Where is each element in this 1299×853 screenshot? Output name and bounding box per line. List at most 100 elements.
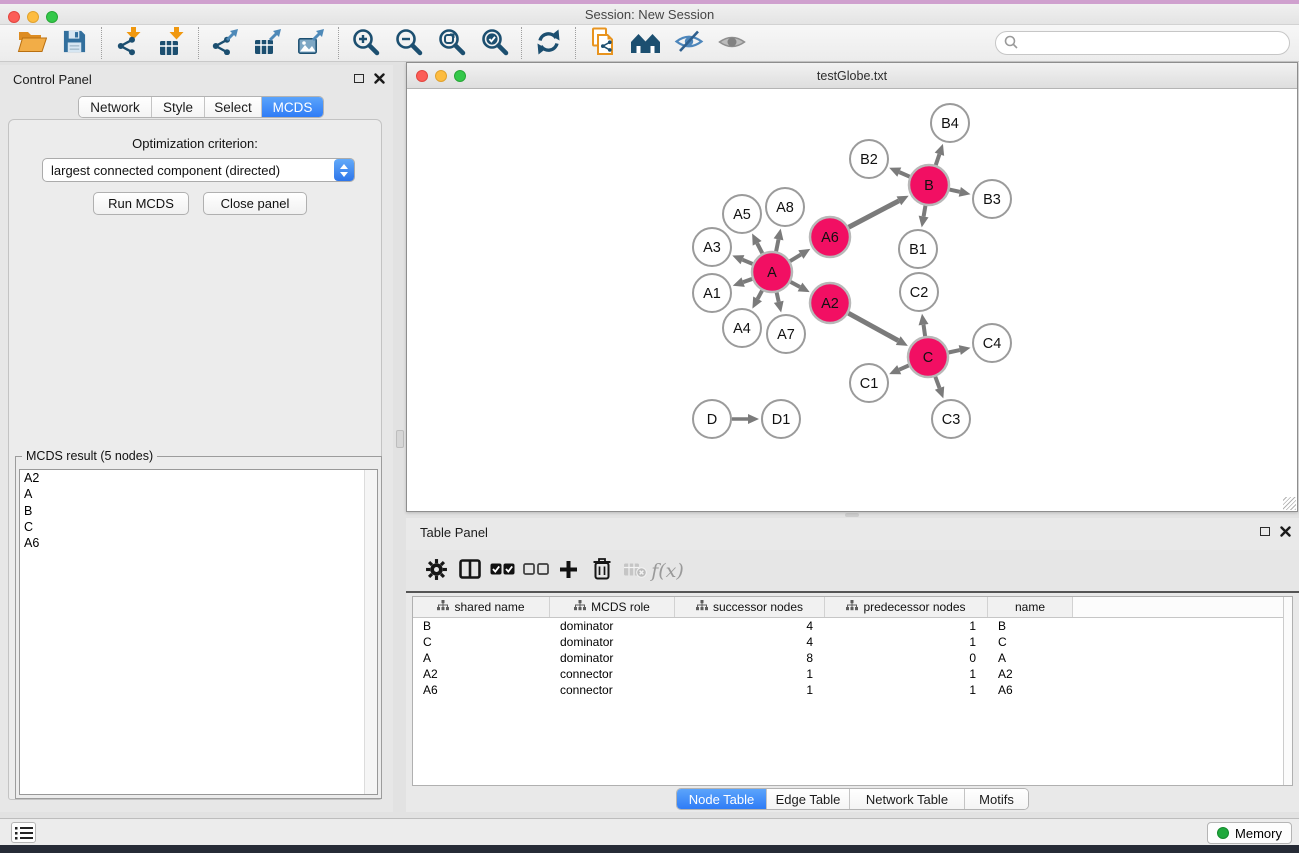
edge-A2-C[interactable] xyxy=(848,313,898,340)
graph-node-C[interactable]: C xyxy=(908,337,948,377)
home-button[interactable] xyxy=(624,26,667,60)
graph-node-A5[interactable]: A5 xyxy=(723,195,761,233)
save-session-button[interactable] xyxy=(53,26,96,60)
show-eye-button[interactable] xyxy=(710,26,753,60)
graph-node-B3[interactable]: B3 xyxy=(973,180,1011,218)
run-mcds-button[interactable]: Run MCDS xyxy=(93,192,189,215)
column-header-MCDS-role[interactable]: MCDS role xyxy=(550,597,675,617)
graph-node-B2[interactable]: B2 xyxy=(850,140,888,178)
vertical-splitter-grip[interactable] xyxy=(396,430,404,448)
graph-node-A2[interactable]: A2 xyxy=(810,283,850,323)
window-resize-grip[interactable] xyxy=(1283,497,1296,510)
table-settings-button[interactable] xyxy=(420,553,453,589)
edge-A-A7[interactable] xyxy=(777,292,779,301)
float-panel-icon[interactable] xyxy=(354,74,364,83)
cell-successor-nodes[interactable]: 1 xyxy=(675,682,825,698)
cell-predecessor-nodes[interactable]: 1 xyxy=(825,682,988,698)
zoom-fit-button[interactable] xyxy=(430,26,473,60)
cell-name[interactable]: B xyxy=(988,618,1073,634)
column-header-predecessor-nodes[interactable]: predecessor nodes xyxy=(825,597,988,617)
cell-name[interactable]: C xyxy=(988,634,1073,650)
mcds-result-item[interactable]: A6 xyxy=(20,535,377,551)
deselect-all-button[interactable] xyxy=(519,553,552,589)
cell-name[interactable]: A xyxy=(988,650,1073,666)
search-field[interactable] xyxy=(995,31,1290,55)
graph-node-A[interactable]: A xyxy=(752,252,792,292)
import-network-button[interactable] xyxy=(107,26,150,60)
refresh-button[interactable] xyxy=(527,26,570,60)
cell-MCDS-role[interactable]: connector xyxy=(550,666,675,682)
table-row[interactable]: Adominator80A xyxy=(413,650,1292,666)
graph-node-A3[interactable]: A3 xyxy=(693,228,731,266)
export-image-button[interactable] xyxy=(290,26,333,60)
tab-motifs[interactable]: Motifs xyxy=(965,789,1028,809)
cell-MCDS-role[interactable]: dominator xyxy=(550,634,675,650)
close-panel-icon[interactable] xyxy=(374,73,385,84)
graph-node-A8[interactable]: A8 xyxy=(766,188,804,226)
mcds-result-list[interactable]: A2ABCA6 xyxy=(19,469,378,795)
network-graph[interactable]: B4B2BB3A5A8A6B1A3AC2A1A2A4A7C4CC1C3DD1 xyxy=(407,89,1296,511)
edge-A-A5[interactable] xyxy=(757,243,762,253)
column-header-name[interactable]: name xyxy=(988,597,1073,617)
tab-network-table[interactable]: Network Table xyxy=(850,789,965,809)
edge-C-C1[interactable] xyxy=(899,365,909,369)
delete-row-button[interactable] xyxy=(585,553,618,589)
graph-node-C2[interactable]: C2 xyxy=(900,273,938,311)
close-table-panel-icon[interactable] xyxy=(1280,526,1291,537)
tab-style[interactable]: Style xyxy=(152,97,205,117)
tab-select[interactable]: Select xyxy=(205,97,262,117)
mcds-result-item[interactable]: C xyxy=(20,519,377,535)
cell-shared-name[interactable]: B xyxy=(413,618,550,634)
result-scrollbar[interactable] xyxy=(364,470,377,794)
duplicate-network-button[interactable] xyxy=(581,26,624,60)
edge-A-A4[interactable] xyxy=(758,291,763,299)
graph-node-A7[interactable]: A7 xyxy=(767,315,805,353)
cell-predecessor-nodes[interactable]: 1 xyxy=(825,618,988,634)
table-row[interactable]: Cdominator41C xyxy=(413,634,1292,650)
edge-B-B1[interactable] xyxy=(924,206,926,217)
criterion-dropdown[interactable]: largest connected component (directed) xyxy=(42,158,355,182)
mcds-result-item[interactable]: B xyxy=(20,503,377,519)
edge-B-B2[interactable] xyxy=(899,172,909,177)
cell-successor-nodes[interactable]: 4 xyxy=(675,634,825,650)
edge-A-A1[interactable] xyxy=(743,279,752,282)
graph-node-A1[interactable]: A1 xyxy=(693,274,731,312)
select-all-button[interactable] xyxy=(486,553,519,589)
graph-node-B1[interactable]: B1 xyxy=(899,230,937,268)
cell-name[interactable]: A2 xyxy=(988,666,1073,682)
graph-node-C1[interactable]: C1 xyxy=(850,364,888,402)
zoom-out-button[interactable] xyxy=(387,26,430,60)
task-history-button[interactable] xyxy=(11,822,36,843)
edge-A-A6[interactable] xyxy=(790,255,801,262)
graph-node-C4[interactable]: C4 xyxy=(973,324,1011,362)
graph-node-D[interactable]: D xyxy=(693,400,731,438)
cell-shared-name[interactable]: A xyxy=(413,650,550,666)
tab-mcds[interactable]: MCDS xyxy=(262,97,323,117)
edge-C-C3[interactable] xyxy=(935,377,939,388)
column-header-shared-name[interactable]: shared name xyxy=(413,597,550,617)
horizontal-splitter-grip[interactable] xyxy=(845,513,859,517)
cell-MCDS-role[interactable]: dominator xyxy=(550,650,675,666)
close-panel-button[interactable]: Close panel xyxy=(203,192,307,215)
table-row[interactable]: Bdominator41B xyxy=(413,618,1292,634)
column-header-successor-nodes[interactable]: successor nodes xyxy=(675,597,825,617)
tab-edge-table[interactable]: Edge Table xyxy=(767,789,850,809)
mcds-result-item[interactable]: A2 xyxy=(20,470,377,486)
search-input[interactable] xyxy=(1023,36,1289,50)
hide-eye-button[interactable] xyxy=(667,26,710,60)
mcds-result-item[interactable]: A xyxy=(20,486,377,502)
edge-C-C4[interactable] xyxy=(949,350,960,352)
graph-node-B4[interactable]: B4 xyxy=(931,104,969,142)
edge-A-A8[interactable] xyxy=(776,239,778,251)
edge-A-A3[interactable] xyxy=(742,260,752,264)
export-network-button[interactable] xyxy=(204,26,247,60)
graph-node-C3[interactable]: C3 xyxy=(932,400,970,438)
edge-C-C2[interactable] xyxy=(924,325,926,337)
cell-name[interactable]: A6 xyxy=(988,682,1073,698)
open-session-button[interactable] xyxy=(10,26,53,60)
import-table-button[interactable] xyxy=(150,26,193,60)
graph-node-A4[interactable]: A4 xyxy=(723,309,761,347)
column-visibility-button[interactable] xyxy=(453,553,486,589)
cell-successor-nodes[interactable]: 4 xyxy=(675,618,825,634)
zoom-selected-button[interactable] xyxy=(473,26,516,60)
